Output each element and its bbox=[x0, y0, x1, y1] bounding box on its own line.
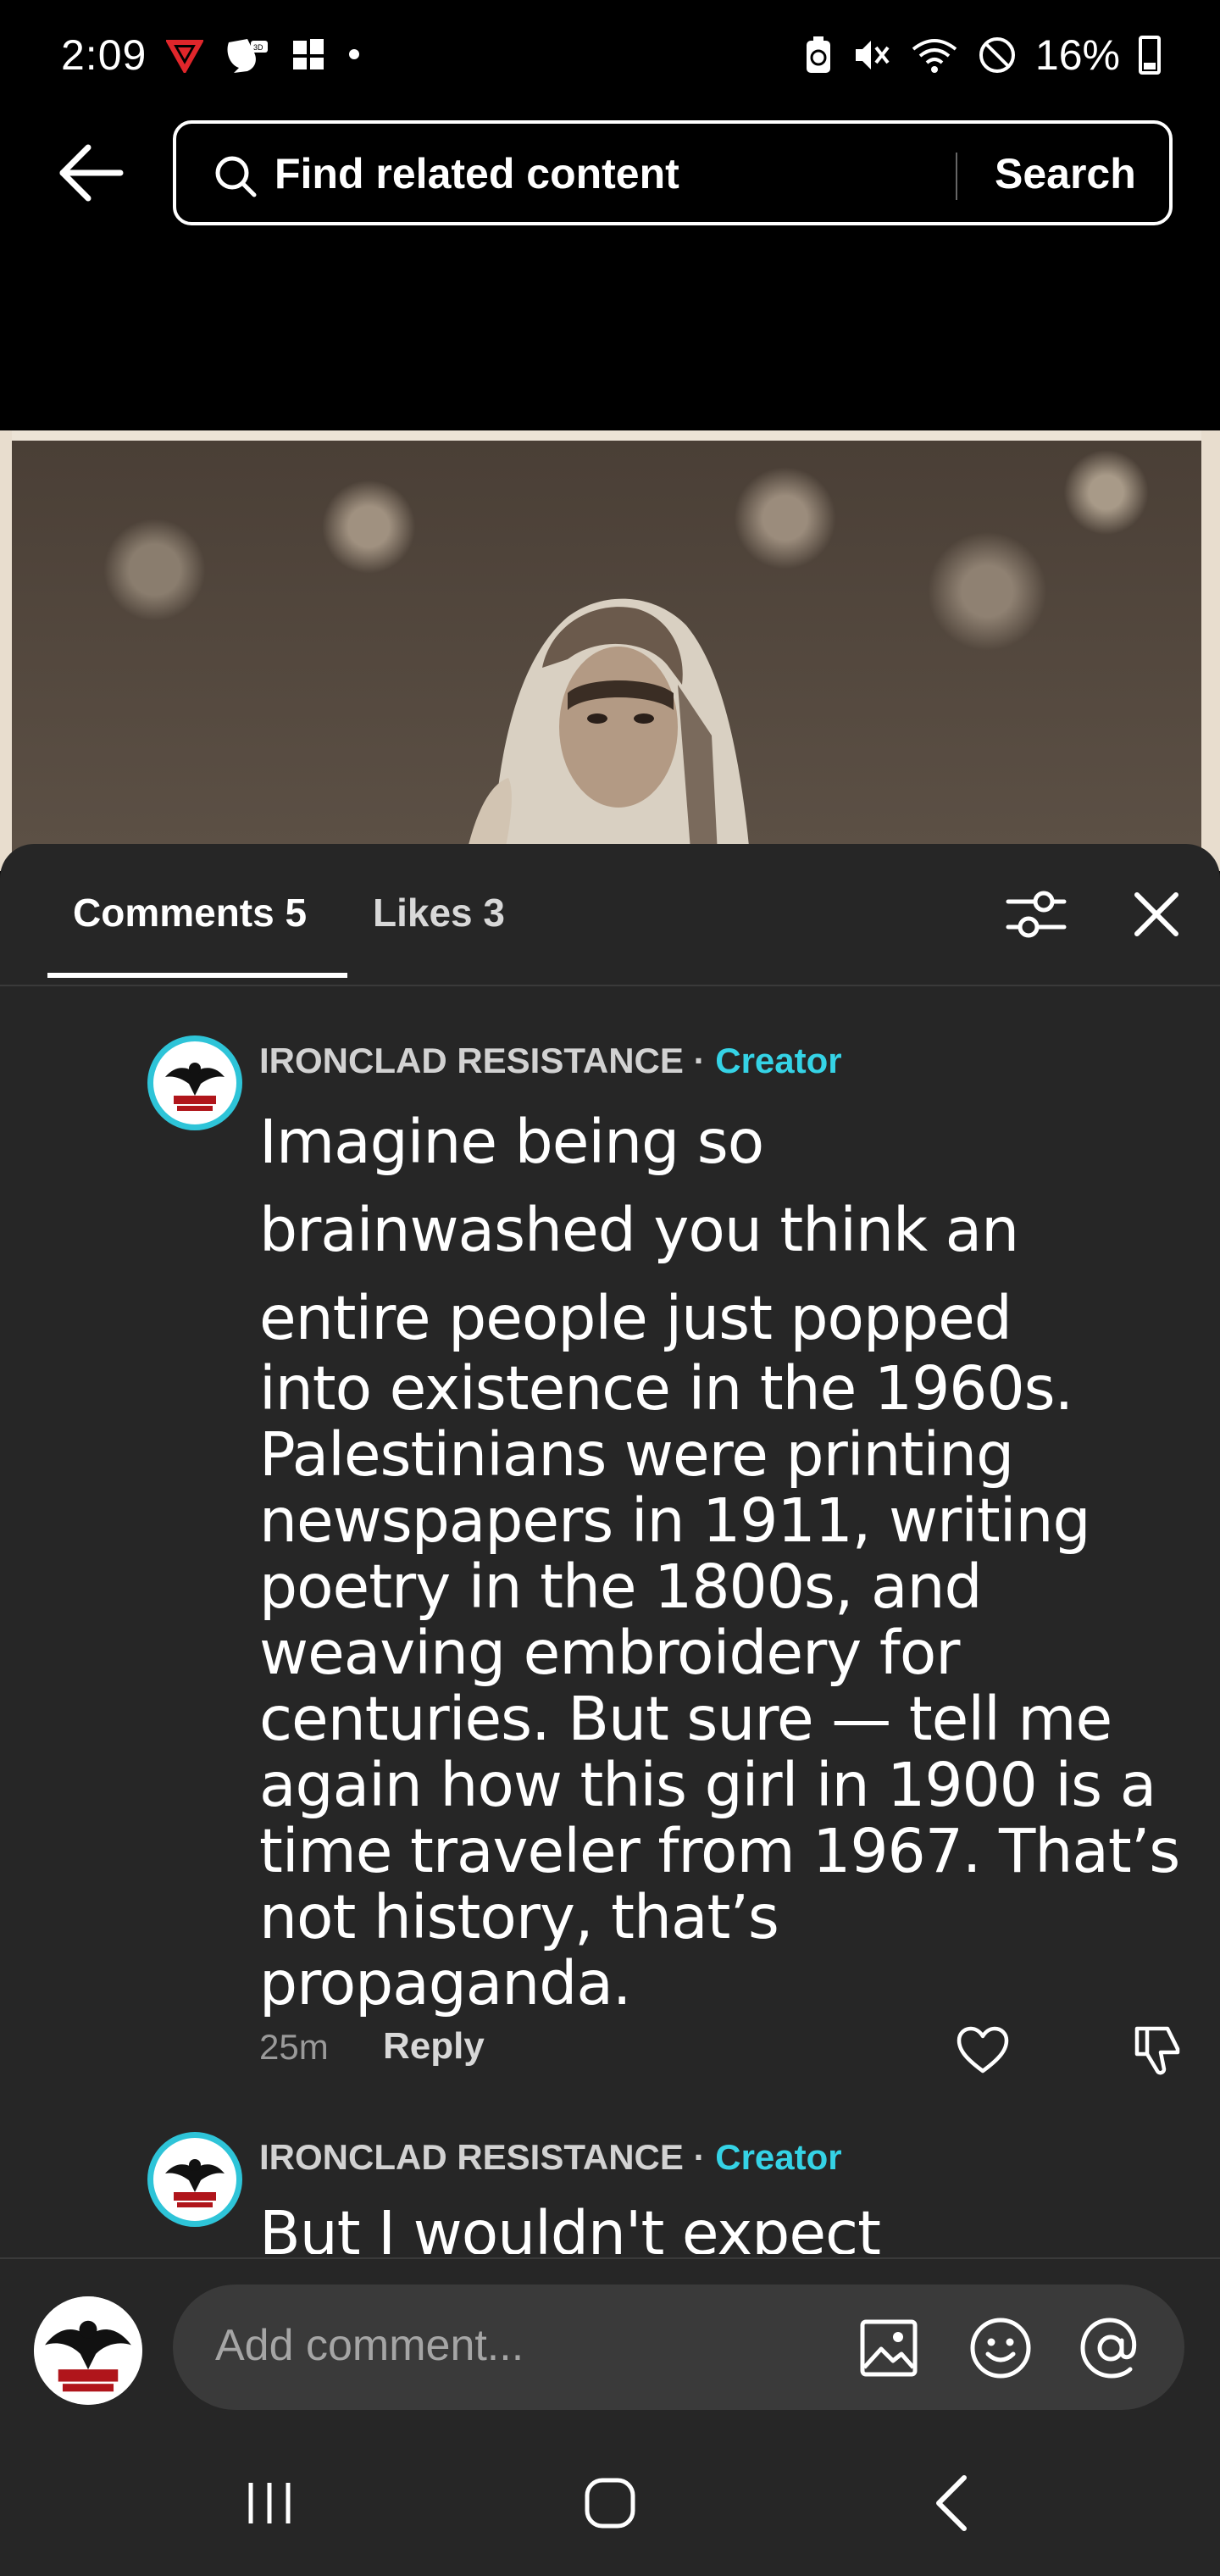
image-icon[interactable] bbox=[857, 2317, 920, 2379]
post-photo[interactable] bbox=[0, 430, 1220, 871]
home-icon[interactable] bbox=[583, 2476, 637, 2530]
battery-icon bbox=[1139, 36, 1161, 75]
ironclad-logo-icon bbox=[34, 2296, 142, 2405]
add-comment-field[interactable]: Add comment... bbox=[173, 2285, 1184, 2410]
search-icon bbox=[215, 156, 257, 197]
system-nav-bar bbox=[0, 2425, 1220, 2576]
ironclad-logo-icon bbox=[156, 2140, 234, 2218]
gallery-app-icon bbox=[293, 39, 324, 69]
creator-badge: Creator bbox=[715, 2137, 842, 2177]
photo-subject bbox=[463, 598, 751, 871]
recent-apps-icon[interactable] bbox=[244, 2479, 295, 2527]
wifi-icon bbox=[912, 39, 957, 73]
system-icons: 16% bbox=[803, 31, 1161, 80]
svg-text:3D: 3D bbox=[253, 43, 263, 52]
app-screen: 2:09 3D 16% Find related content Search … bbox=[0, 0, 1220, 2576]
battery-saver-icon bbox=[806, 36, 830, 73]
search-bar[interactable]: Find related content Search bbox=[173, 120, 1173, 225]
comment-text: But I wouldn't expect bbox=[259, 2198, 881, 2254]
meta-separator: · bbox=[693, 2137, 706, 2177]
notification-icons: 3D bbox=[166, 34, 363, 75]
mute-icon bbox=[855, 41, 890, 69]
mention-icon[interactable] bbox=[1078, 2315, 1144, 2381]
comment-item: IRONCLAD RESISTANCE · Creator But I woul… bbox=[0, 844, 1220, 2254]
notification-app-icon: 3D bbox=[227, 39, 268, 73]
avatar[interactable] bbox=[147, 2132, 242, 2227]
status-bar: 2:09 3D 16% bbox=[0, 0, 1220, 115]
user-avatar[interactable] bbox=[34, 2296, 142, 2405]
search-divider bbox=[956, 153, 957, 200]
search-input[interactable]: Find related content bbox=[274, 149, 679, 198]
search-button[interactable]: Search bbox=[995, 149, 1136, 198]
emoji-icon[interactable] bbox=[968, 2315, 1034, 2381]
comment-composer: Add comment... bbox=[0, 2259, 1220, 2425]
do-not-disturb-icon bbox=[979, 37, 1015, 73]
back-arrow-icon[interactable] bbox=[58, 142, 125, 203]
add-comment-placeholder: Add comment... bbox=[215, 2321, 524, 2370]
battery-percent: 16% bbox=[1034, 31, 1120, 79]
nav-back-icon[interactable] bbox=[930, 2473, 973, 2534]
status-time: 2:09 bbox=[61, 31, 147, 79]
vpn-icon bbox=[166, 40, 203, 73]
dot-icon bbox=[349, 49, 359, 59]
comment-author-line: IRONCLAD RESISTANCE · Creator bbox=[259, 2137, 842, 2178]
comment-author[interactable]: IRONCLAD RESISTANCE bbox=[259, 2137, 684, 2177]
